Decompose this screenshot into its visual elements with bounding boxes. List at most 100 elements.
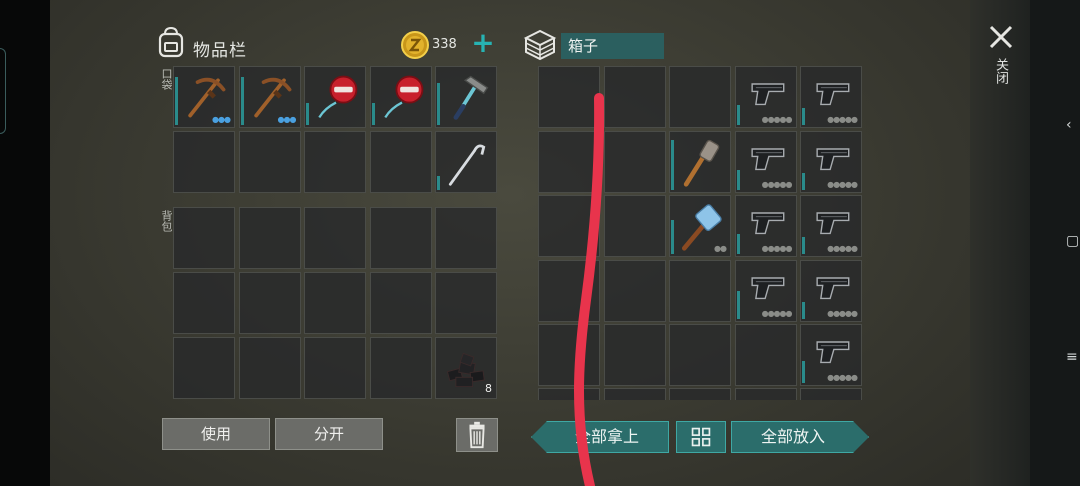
- box-slot-partial[interactable]: [800, 388, 862, 400]
- backpack-slot[interactable]: [173, 207, 235, 269]
- pocket-slot[interactable]: [304, 66, 366, 128]
- quality-dots: ●●: [714, 244, 727, 253]
- pocket-slot[interactable]: [173, 131, 235, 193]
- box-slot[interactable]: ●●●●●: [800, 130, 862, 193]
- nav-home-icon[interactable]: ▢: [1066, 234, 1080, 248]
- box-slot[interactable]: [669, 66, 731, 128]
- hammer-icon: [453, 75, 489, 120]
- quality-dots: ●●●●●: [827, 179, 858, 189]
- close-label[interactable]: 关闭: [990, 58, 1010, 84]
- box-slot[interactable]: ●●: [669, 195, 731, 257]
- phone-bezel-left: [0, 0, 50, 486]
- backpack-slot[interactable]: [435, 207, 497, 269]
- use-button[interactable]: 使用: [162, 418, 270, 450]
- durability-bar: [736, 169, 740, 190]
- durability-bar: [736, 290, 740, 319]
- box-slot[interactable]: ●●●●●: [800, 195, 862, 257]
- box-slot[interactable]: ●●●●●: [800, 66, 862, 128]
- box-slot-partial[interactable]: [669, 388, 731, 400]
- nav-recents-icon[interactable]: ≡: [1066, 350, 1080, 364]
- box-slot[interactable]: ●●●●●: [734, 66, 797, 128]
- coin-count: 338: [432, 37, 457, 52]
- box-slot[interactable]: ●●●●●: [734, 259, 797, 322]
- box-slot[interactable]: [669, 259, 731, 322]
- backpack-slot[interactable]: [304, 207, 366, 269]
- split-button[interactable]: 分开: [275, 418, 383, 450]
- blocked-tool-icon: [318, 75, 358, 119]
- inventory-title: 物品栏: [193, 41, 247, 61]
- backpack-slot[interactable]: [304, 337, 366, 399]
- quality-dots: ●●●●●: [827, 244, 858, 253]
- backpack-slot[interactable]: [304, 272, 366, 334]
- backpack-slot[interactable]: [173, 272, 235, 334]
- backpack-slot[interactable]: [369, 337, 432, 399]
- quality-dots: ●●●●●: [761, 244, 793, 253]
- club-icon: [683, 139, 720, 187]
- pocket-slot[interactable]: ●●●: [173, 66, 235, 128]
- quality-dots: ●●●●●: [827, 373, 858, 382]
- backpack-slot[interactable]: [238, 207, 301, 269]
- box-slot[interactable]: ●●●●●: [800, 324, 862, 386]
- red-stroke-annotation: [574, 93, 605, 486]
- box-slot[interactable]: ●●●●●: [800, 259, 862, 322]
- box-slot[interactable]: ●●●●●: [734, 195, 797, 257]
- pocket-label: 口袋: [160, 68, 173, 90]
- pocket-slot[interactable]: [369, 131, 432, 193]
- backpack-slot[interactable]: [369, 272, 432, 334]
- quality-dots: ●●●●●: [761, 179, 793, 189]
- backpack-slot[interactable]: [369, 207, 432, 269]
- durability-bar: [371, 103, 375, 125]
- backpack-slot[interactable]: [435, 272, 497, 334]
- box-icon: [523, 29, 557, 61]
- stack-count: 8: [485, 382, 492, 395]
- backpack-slot[interactable]: [238, 272, 301, 334]
- trash-icon: [469, 421, 485, 449]
- durability-bar: [175, 77, 178, 125]
- backpack-slot[interactable]: [238, 337, 301, 399]
- pocket-slot[interactable]: [238, 131, 301, 193]
- durability-bar: [671, 220, 674, 254]
- add-coins-button[interactable]: +: [470, 29, 496, 58]
- box-slot[interactable]: [669, 130, 731, 193]
- durability-bar: [306, 103, 309, 125]
- backpack-label: 背包: [160, 210, 173, 232]
- durability-bar: [802, 361, 805, 383]
- box-title: 箱子: [561, 33, 664, 59]
- quality-dots: ●●●: [212, 115, 231, 124]
- backpack-icon: [158, 26, 184, 58]
- pocket-slot[interactable]: ●●●: [238, 66, 301, 128]
- nav-back-icon[interactable]: ‹: [1066, 118, 1080, 132]
- box-slot[interactable]: [734, 324, 797, 386]
- durability-bar: [802, 301, 805, 319]
- trash-button[interactable]: [456, 418, 498, 452]
- close-icon[interactable]: [986, 22, 1016, 52]
- screen: ‹ ▢ ≡ 物品栏 338 + 箱子 关闭 口袋 背包 ●●● ●●● 8 ●●●…: [0, 0, 1080, 486]
- box-slot[interactable]: ●●●●●: [734, 130, 797, 193]
- backpack-slot[interactable]: [173, 337, 235, 399]
- durability-bar: [802, 108, 805, 125]
- box-slot-partial[interactable]: [734, 388, 797, 400]
- quality-dots: ●●●●●: [827, 115, 858, 124]
- backpack-slot[interactable]: 8: [435, 337, 497, 399]
- durability-bar: [437, 83, 440, 125]
- durability-bar: [736, 105, 740, 125]
- sort-button[interactable]: [676, 421, 726, 453]
- quality-dots: ●●●●●: [761, 308, 793, 318]
- pocket-slot[interactable]: [369, 66, 432, 128]
- quality-dots: ●●●●●: [761, 115, 793, 124]
- put-all-button[interactable]: 全部放入: [731, 421, 869, 453]
- durability-bar: [437, 176, 440, 190]
- grid-sort-icon: [691, 427, 711, 447]
- durability-bar: [240, 77, 244, 125]
- box-slot[interactable]: [669, 324, 731, 386]
- pocket-slot[interactable]: [435, 66, 497, 128]
- hook-tool-icon: [448, 144, 486, 186]
- durability-bar: [736, 234, 740, 254]
- phone-edge: [0, 48, 6, 134]
- pocket-slot[interactable]: [435, 131, 497, 193]
- pocket-slot[interactable]: [304, 131, 366, 193]
- quality-dots: ●●●: [277, 115, 297, 124]
- blocked-tool-icon: [383, 75, 423, 119]
- durability-bar: [802, 237, 805, 254]
- coin-icon: [401, 31, 429, 59]
